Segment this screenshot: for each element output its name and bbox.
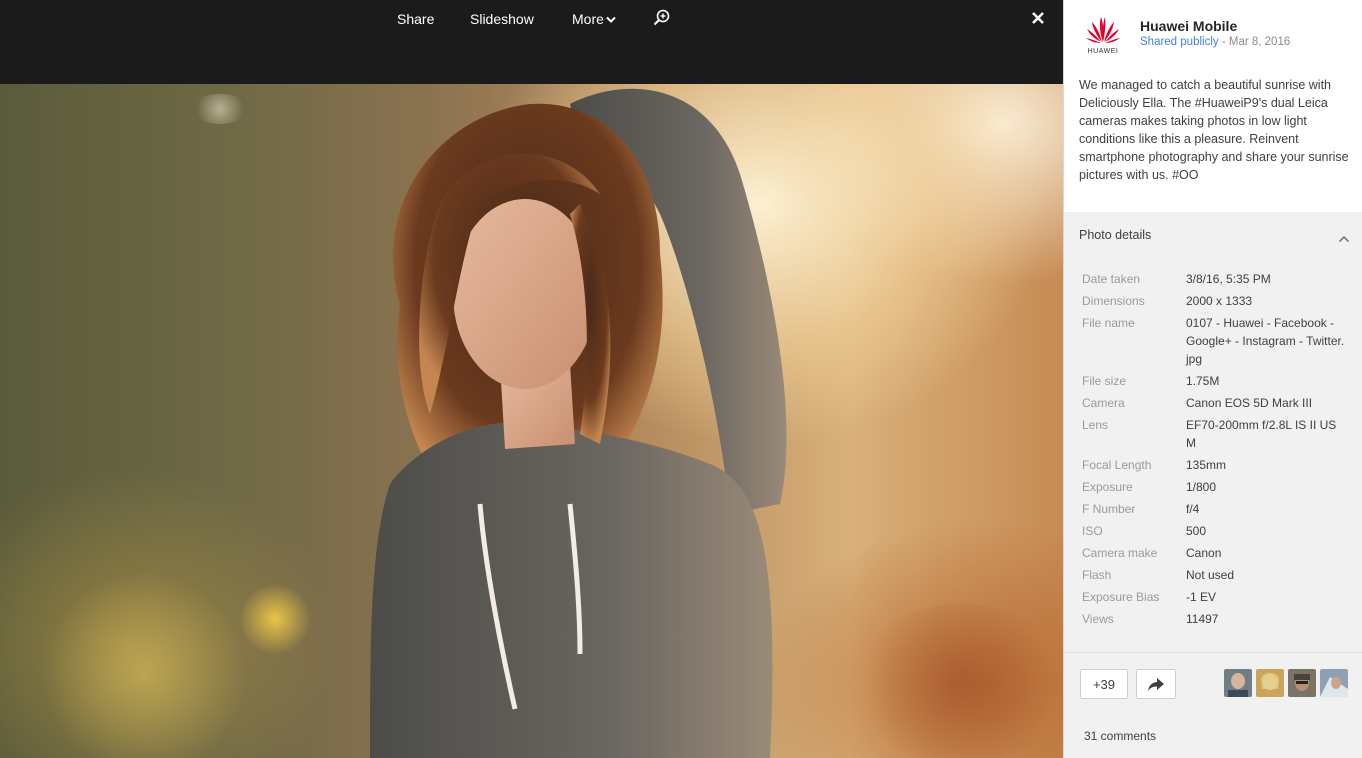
huawei-logo-text: HUAWEI (1087, 48, 1119, 55)
photo-detail-label: Dimensions (1082, 294, 1145, 308)
photo-details-title: Photo details (1079, 228, 1152, 242)
post-actions: +39 31 comments (1064, 652, 1362, 758)
author-name[interactable]: Huawei Mobile (1140, 18, 1237, 34)
photo-detail-value: 11497 (1186, 612, 1219, 626)
avatar[interactable] (1256, 669, 1284, 697)
photo-detail-label: Views (1082, 612, 1114, 626)
photo-detail-label: Camera (1082, 396, 1125, 410)
woman-figure (370, 88, 787, 758)
close-button[interactable] (1031, 11, 1045, 30)
huawei-flower-icon (1086, 17, 1120, 43)
chevron-down-icon (606, 16, 616, 23)
close-icon (1032, 12, 1044, 24)
photo-detail-row: Camera Canon EOS 5D Mark III (1064, 394, 1362, 412)
photo-detail-row: Views 11497 (1064, 610, 1362, 628)
photo-detail-label: File size (1082, 374, 1127, 388)
photo-detail-value: 3/8/16, 5:35 PM (1186, 272, 1271, 286)
photo-details-list: Date taken 3/8/16, 5:35 PM Dimensions 2000 … (1064, 270, 1362, 632)
zoom-in-icon (653, 9, 670, 26)
photo-detail-value: 2000 x 1333 (1186, 294, 1253, 308)
photo-viewer: Share Slideshow More (0, 0, 1063, 758)
main-photo[interactable] (0, 84, 1063, 758)
photo-detail-row: File size 1.75M (1064, 372, 1362, 390)
plus-one-button[interactable]: +39 (1080, 669, 1128, 699)
photo-detail-value: 135mm (1186, 458, 1227, 472)
shared-publicly-link[interactable]: Shared publicly (1140, 36, 1219, 48)
bokeh-light (40, 574, 250, 758)
photo-detail-row: Camera make Canon (1064, 544, 1362, 562)
photo-detail-row: Dimensions 2000 x 1333 (1064, 292, 1362, 310)
photo-detail-row: Exposure Bias -1 EV (1064, 588, 1362, 606)
photo-detail-value: f/4 (1186, 502, 1200, 516)
zoom-button[interactable] (653, 9, 671, 30)
photo-detail-row: Flash Not used (1064, 566, 1362, 584)
post-text: We managed to catch a beautiful sunrise … (1079, 78, 1349, 182)
post-date: - Mar 8, 2016 (1221, 36, 1291, 48)
photo-detail-label: File name (1082, 316, 1135, 330)
photo-detail-label: Flash (1082, 568, 1112, 582)
share-button[interactable]: Share (397, 11, 434, 27)
collapse-toggle[interactable] (1338, 230, 1350, 248)
comments-link[interactable]: 31 comments (1084, 729, 1156, 743)
photo-detail-label: Camera make (1082, 546, 1158, 560)
bokeh-light (190, 94, 250, 124)
photo-detail-row: ISO 500 (1064, 522, 1362, 540)
avatar[interactable] (1320, 669, 1348, 697)
photo-detail-value: 0107 - Huawei - Facebook - Google+ - Ins… (1186, 316, 1345, 366)
info-panel: HUAWEI Huawei Mobile Shared publicly - M… (1063, 0, 1362, 758)
avatar[interactable] (1224, 669, 1252, 697)
photo-detail-value: -1 EV (1186, 590, 1217, 604)
photo-detail-value: 1.75M (1186, 374, 1220, 388)
photo-detail-label: Date taken (1082, 272, 1141, 286)
photo-detail-label: ISO (1082, 524, 1103, 538)
photo-detail-value: EF70-200mm f/2.8L IS II USM (1186, 418, 1337, 450)
share-arrow-icon (1148, 677, 1164, 691)
photo-detail-value: Not used (1186, 568, 1235, 582)
photo-detail-row: F Number f/4 (1064, 500, 1362, 518)
photo-detail-label: Exposure Bias (1082, 590, 1160, 604)
plus-oners-avatars (1224, 669, 1348, 697)
photo-detail-value: 1/800 (1186, 480, 1217, 494)
slideshow-button[interactable]: Slideshow (470, 11, 534, 27)
more-menu-button[interactable]: More (572, 11, 616, 27)
bokeh-light (240, 584, 310, 654)
photo-detail-label: F Number (1082, 502, 1136, 516)
reshare-button[interactable] (1136, 669, 1176, 699)
chevron-up-icon (1338, 235, 1350, 243)
photo-detail-value: Canon (1186, 546, 1222, 560)
more-label: More (572, 11, 604, 27)
photo-detail-label: Focal Length (1082, 458, 1152, 472)
viewer-toolbar: Share Slideshow More (0, 0, 1063, 84)
photo-detail-label: Exposure (1082, 480, 1133, 494)
bokeh-light (850, 604, 1063, 758)
post-meta: Shared publicly - Mar 8, 2016 (1140, 36, 1290, 48)
huawei-logo[interactable]: HUAWEI (1084, 14, 1122, 56)
photo-detail-row: Exposure 1/800 (1064, 478, 1362, 496)
photo-detail-row: Lens EF70-200mm f/2.8L IS II USM (1064, 416, 1362, 452)
photo-detail-row: Focal Length 135mm (1064, 456, 1362, 474)
photo-details-header[interactable]: Photo details (1064, 212, 1362, 258)
photo-detail-row: Date taken 3/8/16, 5:35 PM (1064, 270, 1362, 288)
photo-detail-value: Canon EOS 5D Mark III (1186, 396, 1313, 410)
photo-detail-value: 500 (1186, 524, 1207, 538)
photo-detail-row: File name 0107 - Huawei - Facebook - Goog… (1064, 314, 1362, 368)
post-card: HUAWEI Huawei Mobile Shared publicly - M… (1064, 0, 1362, 212)
photo-detail-label: Lens (1082, 418, 1109, 432)
avatar[interactable] (1288, 669, 1316, 697)
